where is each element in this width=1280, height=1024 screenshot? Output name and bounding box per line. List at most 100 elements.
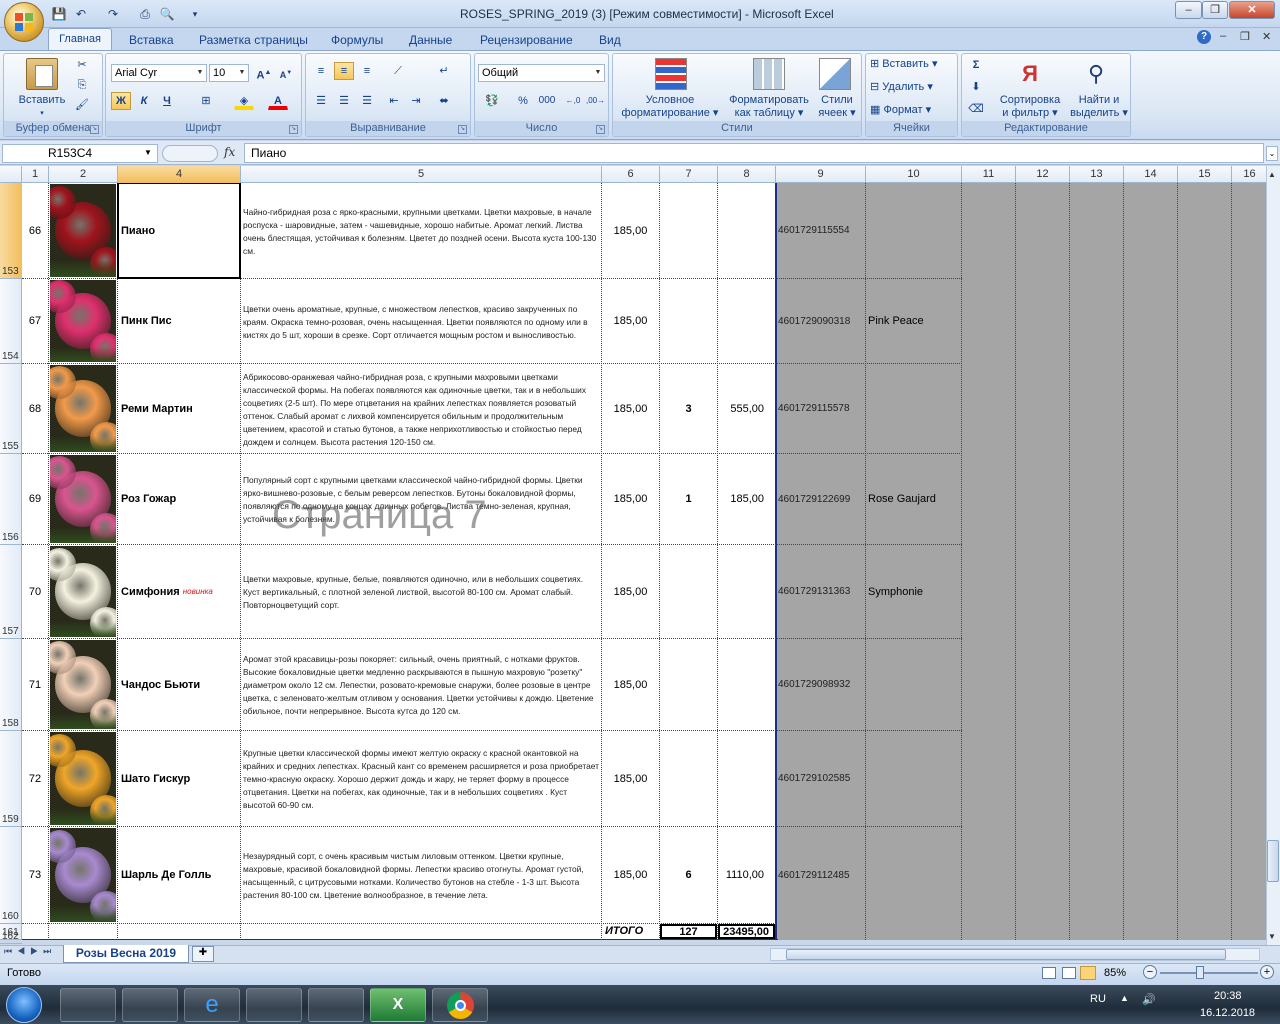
file-explorer-icon[interactable] bbox=[122, 988, 178, 1022]
worksheet-grid[interactable]: 66 Пиано Чайно-гибридная роза с ярко-красн… bbox=[22, 183, 1268, 940]
alignment-launcher-icon[interactable]: ↘ bbox=[458, 125, 467, 134]
close-button[interactable]: ✕ bbox=[1229, 1, 1275, 19]
chevron-down-icon[interactable]: ▼ bbox=[144, 148, 152, 157]
row-header[interactable]: 157 bbox=[0, 545, 22, 639]
row-header[interactable]: 159 bbox=[0, 731, 22, 827]
redo-icon[interactable]: ↷ bbox=[104, 5, 122, 23]
font-color-icon[interactable]: A bbox=[268, 92, 288, 110]
column-header[interactable]: 13 bbox=[1070, 166, 1124, 183]
ribbon-restore-icon[interactable]: ❐ bbox=[1240, 30, 1250, 43]
quantity[interactable]: 6 bbox=[660, 827, 717, 923]
clear-icon[interactable]: ⌫ bbox=[966, 100, 986, 118]
column-header[interactable]: 9 bbox=[776, 166, 866, 183]
price[interactable]: 185,00 bbox=[602, 279, 659, 363]
percent-button[interactable]: % bbox=[513, 92, 533, 110]
shrink-font-icon[interactable]: A▼ bbox=[276, 64, 296, 82]
column-header[interactable]: 2 bbox=[49, 166, 118, 183]
page-layout-view-icon[interactable] bbox=[1062, 967, 1076, 979]
barcode[interactable]: 4601729112485 bbox=[776, 827, 865, 923]
format-cells-button[interactable]: ▦ Формат ▾ bbox=[870, 104, 931, 117]
fx-icon[interactable]: fx bbox=[224, 145, 235, 159]
english-name[interactable] bbox=[866, 827, 961, 923]
sheet-nav-icons[interactable]: ⏮◀▶⏭ bbox=[4, 946, 56, 957]
total-label[interactable]: ИТОГО bbox=[602, 924, 659, 939]
rose-description[interactable]: Аромат этой красавицы-розы покоряет: сил… bbox=[241, 639, 601, 730]
line-sum[interactable]: 555,00 bbox=[718, 364, 775, 453]
rose-name[interactable]: Шарль Де Голль bbox=[118, 827, 240, 923]
select-all-button[interactable] bbox=[0, 166, 22, 183]
rose-description[interactable]: Цветки махровые, крупные, белые, появляю… bbox=[241, 545, 601, 638]
quantity[interactable]: 3 bbox=[660, 364, 717, 453]
row-header[interactable]: 154 bbox=[0, 279, 22, 364]
align-bottom-icon[interactable]: ≡ bbox=[357, 62, 377, 80]
item-number[interactable]: 67 bbox=[22, 279, 48, 363]
internet-explorer-icon[interactable]: e bbox=[184, 988, 240, 1022]
column-header[interactable]: 8 bbox=[718, 166, 776, 183]
increase-decimal-icon[interactable]: ←,0 bbox=[563, 92, 583, 110]
rose-name[interactable]: Шато Гискур bbox=[118, 731, 240, 826]
customize-qat-icon[interactable]: ▾ bbox=[186, 5, 204, 23]
sheet-tab-active[interactable]: Розы Весна 2019 bbox=[63, 945, 189, 963]
format-as-table-icon[interactable] bbox=[753, 58, 785, 90]
decrease-decimal-icon[interactable]: ,00→ bbox=[585, 92, 605, 110]
total-quantity[interactable]: 127 bbox=[660, 924, 717, 939]
thousands-button[interactable]: 000 bbox=[535, 92, 559, 110]
row-header[interactable]: 153 bbox=[0, 183, 22, 279]
column-header[interactable]: 1 bbox=[22, 166, 49, 183]
cell-styles-button[interactable]: Стили ячеек ▾ bbox=[813, 94, 861, 120]
font-name-combo[interactable]: Arial Cyr ▼ bbox=[111, 64, 207, 82]
fill-icon[interactable]: ⬇ bbox=[966, 78, 986, 96]
selected-cell[interactable] bbox=[117, 183, 241, 279]
item-number[interactable]: 73 bbox=[22, 827, 48, 923]
find-select-button[interactable]: Найти и выделить ▾ bbox=[1068, 94, 1130, 120]
excel-icon[interactable]: X bbox=[370, 988, 426, 1022]
item-number[interactable]: 66 bbox=[22, 183, 48, 278]
zoom-slider-thumb[interactable] bbox=[1196, 966, 1204, 979]
tab-data[interactable]: Данные bbox=[409, 30, 452, 50]
english-name[interactable] bbox=[866, 364, 961, 453]
item-number[interactable]: 72 bbox=[22, 731, 48, 826]
formula-expand-icon[interactable]: ⌄ bbox=[1266, 146, 1278, 161]
line-sum[interactable]: 185,00 bbox=[718, 454, 775, 544]
rose-description[interactable]: Цветки очень ароматные, крупные, с множе… bbox=[241, 279, 601, 363]
price[interactable]: 185,00 bbox=[602, 364, 659, 453]
column-header[interactable]: 15 bbox=[1178, 166, 1232, 183]
quantity[interactable] bbox=[660, 639, 717, 730]
tab-view[interactable]: Вид bbox=[599, 30, 621, 50]
barcode[interactable]: 4601729115578 bbox=[776, 364, 865, 453]
binoculars-icon[interactable]: ⚲ bbox=[1080, 58, 1112, 90]
align-left-icon[interactable]: ☰ bbox=[311, 92, 331, 110]
column-header[interactable]: 7 bbox=[660, 166, 718, 183]
paste-icon[interactable] bbox=[26, 58, 58, 90]
quantity[interactable] bbox=[660, 545, 717, 638]
english-name[interactable] bbox=[866, 639, 961, 730]
borders-icon[interactable]: ⊞ bbox=[196, 92, 216, 110]
merge-center-icon[interactable]: ⬌ bbox=[434, 92, 454, 110]
zoom-slider-track[interactable] bbox=[1160, 972, 1258, 974]
maximize-button[interactable]: ❐ bbox=[1202, 1, 1228, 19]
column-header[interactable]: 16 bbox=[1232, 166, 1268, 183]
total-sum[interactable]: 23495,00 bbox=[718, 924, 775, 939]
item-number[interactable]: 69 bbox=[22, 454, 48, 544]
row-header[interactable]: 158 bbox=[0, 639, 22, 731]
print-icon[interactable]: ⎙ bbox=[136, 5, 154, 23]
clock-date[interactable]: 16.12.2018 bbox=[1200, 1007, 1255, 1019]
tab-home[interactable]: Главная bbox=[48, 28, 112, 50]
cut-icon[interactable]: ✂ bbox=[72, 56, 92, 74]
horizontal-scroll-thumb[interactable] bbox=[786, 949, 1226, 960]
paste-dropdown-icon[interactable]: ▾ bbox=[12, 107, 72, 120]
office-button[interactable] bbox=[4, 2, 44, 42]
increase-indent-icon[interactable]: ⇥ bbox=[406, 92, 426, 110]
volume-icon[interactable]: 🔊 bbox=[1142, 993, 1156, 1006]
english-name[interactable] bbox=[866, 183, 961, 278]
formula-expand-handle[interactable] bbox=[162, 145, 218, 162]
number-launcher-icon[interactable]: ↘ bbox=[596, 125, 605, 134]
barcode[interactable]: 4601729115554 bbox=[776, 183, 865, 278]
insert-sheet-icon[interactable]: ✚ bbox=[192, 946, 214, 962]
column-header[interactable]: 6 bbox=[602, 166, 660, 183]
currency-icon[interactable]: 💱 bbox=[479, 92, 505, 110]
tray-expand-icon[interactable]: ▲ bbox=[1120, 993, 1129, 1003]
scroll-down-icon[interactable]: ▼ bbox=[1268, 932, 1276, 941]
normal-view-icon[interactable] bbox=[1042, 967, 1056, 979]
wrap-text-icon[interactable]: ↵ bbox=[434, 62, 454, 80]
